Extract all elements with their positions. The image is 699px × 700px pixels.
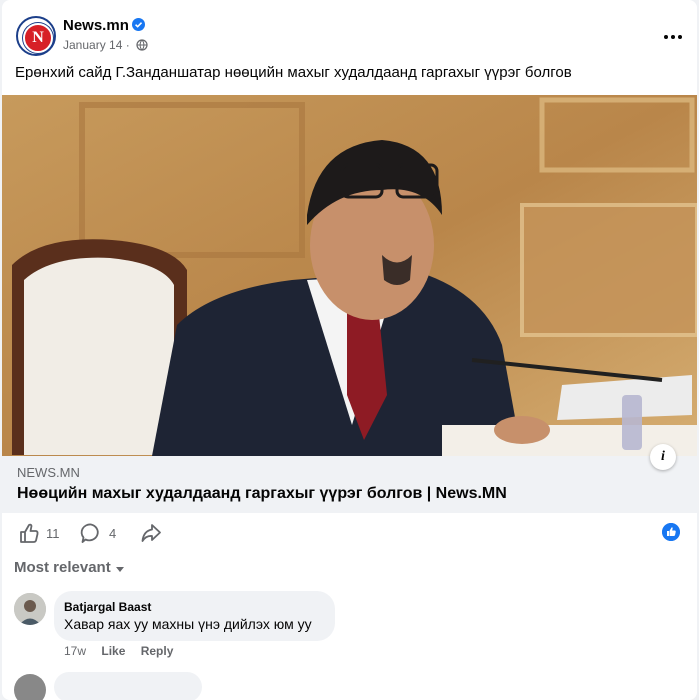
post-photo[interactable] — [2, 95, 697, 456]
logo-letter: N — [32, 29, 44, 46]
comment-sort-dropdown[interactable]: Most relevant — [14, 559, 111, 576]
page-name[interactable]: News.mn — [63, 17, 129, 34]
like-count: 11 — [46, 526, 60, 541]
comment-bubble: Batjargal Baast Хавар яах уу махны үнэ д… — [54, 591, 335, 641]
verified-badge-icon — [132, 18, 145, 31]
comment-bubble-icon[interactable] — [80, 520, 102, 546]
comment-author[interactable]: Batjargal Baast — [64, 600, 151, 614]
share-arrow-icon[interactable] — [140, 520, 162, 546]
page-avatar[interactable]: N — [16, 16, 56, 56]
comment-text: Хавар яах уу махны үнэ дийлэх юм уу — [64, 616, 312, 632]
commenter-avatar-image — [14, 593, 46, 625]
globe-icon — [136, 39, 148, 51]
comment-like-link[interactable]: Like — [101, 644, 125, 658]
next-comment-bubble — [54, 672, 202, 700]
post-timestamp[interactable]: January 14 · — [63, 38, 130, 52]
like-reaction-icon[interactable] — [662, 523, 680, 541]
comment-age[interactable]: 17w — [64, 644, 86, 658]
link-domain: NEWS.MN — [17, 465, 80, 480]
commenter-avatar[interactable] — [14, 593, 46, 625]
next-commenter-avatar[interactable] — [14, 674, 46, 700]
link-preview[interactable]: NEWS.MN Нөөцийн махыг худалдаанд гаргахы… — [2, 456, 697, 513]
info-icon[interactable]: i — [650, 444, 676, 470]
post-card: N News.mn January 14 · Ерөнхий сайд Г.За… — [2, 0, 697, 700]
action-bar: 11 4 — [16, 520, 686, 546]
logo-circle: N — [23, 23, 53, 53]
photo-illustration — [2, 95, 697, 456]
comment-count: 4 — [109, 526, 117, 541]
link-title[interactable]: Нөөцийн махыг худалдаанд гаргахыг үүрэг … — [17, 485, 507, 503]
thumbs-up-icon[interactable] — [18, 520, 40, 546]
caret-down-icon[interactable] — [116, 567, 124, 572]
comment-reply-link[interactable]: Reply — [141, 644, 174, 658]
comment-meta: 17w Like Reply — [64, 644, 185, 658]
post-caption: Ерөнхий сайд Г.Занданшатар нөөцийн махыг… — [15, 64, 572, 81]
post-header: N News.mn January 14 · — [16, 16, 686, 58]
more-options-icon[interactable] — [662, 26, 686, 39]
